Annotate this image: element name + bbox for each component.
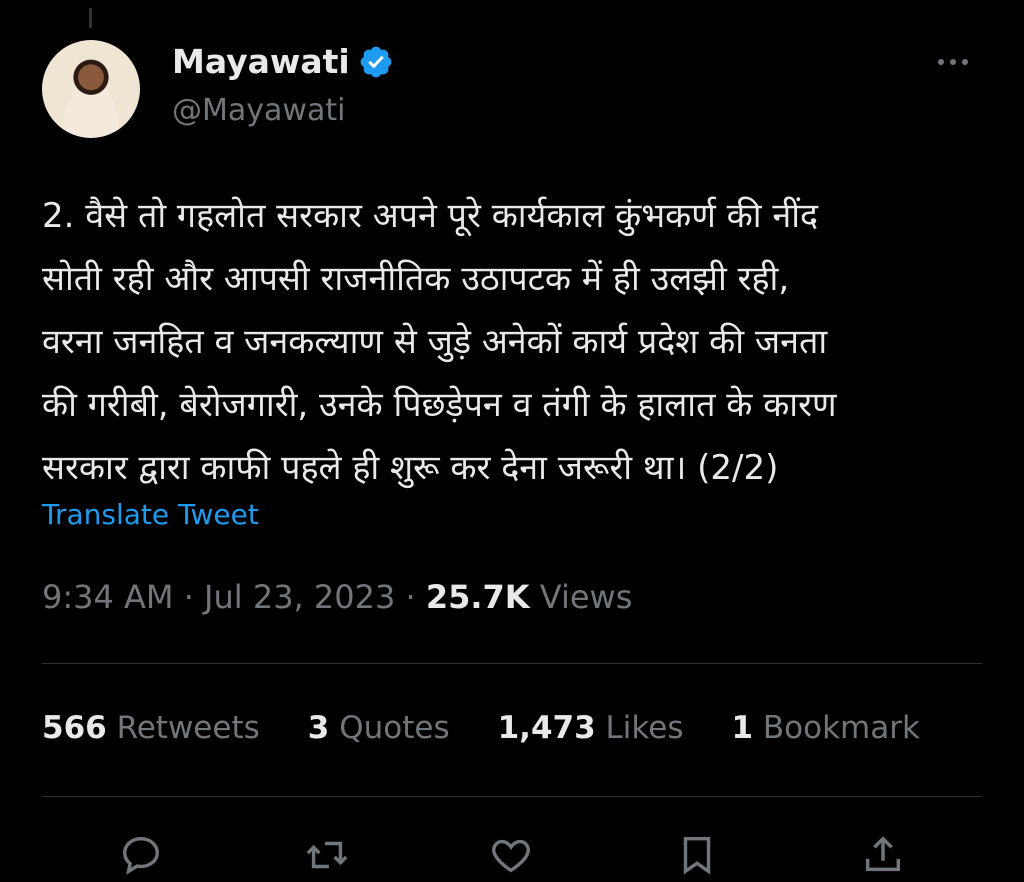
quotes-label: Quotes: [329, 710, 450, 746]
tweet-time[interactable]: 9:34 AM: [42, 578, 174, 616]
bookmarks-count: 1: [731, 710, 754, 746]
views-label: Views: [529, 578, 633, 616]
translate-tweet-link[interactable]: Translate Tweet: [42, 498, 259, 531]
heart-icon[interactable]: [488, 832, 534, 878]
likes-stat[interactable]: 1,473 Likes: [498, 710, 684, 746]
tweet-meta: 9:34 AM · Jul 23, 2023 · 25.7K Views: [42, 578, 632, 616]
divider: [42, 796, 982, 797]
divider: [42, 663, 982, 664]
meta-separator: ·: [173, 578, 205, 616]
tweet-text: 2. वैसे तो गहलोत सरकार अपने पूरे कार्यका…: [42, 196, 837, 488]
bookmark-icon[interactable]: [674, 832, 720, 878]
likes-count: 1,473: [497, 710, 596, 746]
share-icon[interactable]: [860, 832, 906, 878]
action-bar: [0, 832, 1024, 882]
retweets-count: 566: [42, 710, 107, 746]
avatar[interactable]: [42, 40, 140, 138]
author-name[interactable]: Mayawati: [172, 42, 350, 81]
bookmarks-stat[interactable]: 1 Bookmark: [731, 710, 919, 746]
thread-connector-line: [89, 8, 92, 28]
retweets-label: Retweets: [106, 710, 260, 746]
reply-icon[interactable]: [118, 832, 164, 878]
author-name-row[interactable]: Mayawati: [172, 42, 394, 81]
quotes-stat[interactable]: 3 Quotes: [308, 710, 450, 746]
likes-label: Likes: [595, 710, 684, 746]
engagement-stats: 566 Retweets 3 Quotes 1,473 Likes 1 Book…: [42, 710, 968, 746]
bookmarks-label: Bookmark: [753, 710, 920, 746]
quotes-count: 3: [307, 710, 330, 746]
retweets-stat[interactable]: 566 Retweets: [42, 710, 260, 746]
views-count: 25.7K: [425, 578, 530, 616]
verified-icon: [360, 46, 392, 77]
meta-separator: ·: [395, 578, 426, 616]
more-icon[interactable]: [938, 50, 980, 74]
author-handle[interactable]: @Mayawati: [172, 93, 345, 128]
tweet-date[interactable]: Jul 23, 2023: [204, 578, 395, 616]
retweet-icon[interactable]: [304, 832, 350, 878]
